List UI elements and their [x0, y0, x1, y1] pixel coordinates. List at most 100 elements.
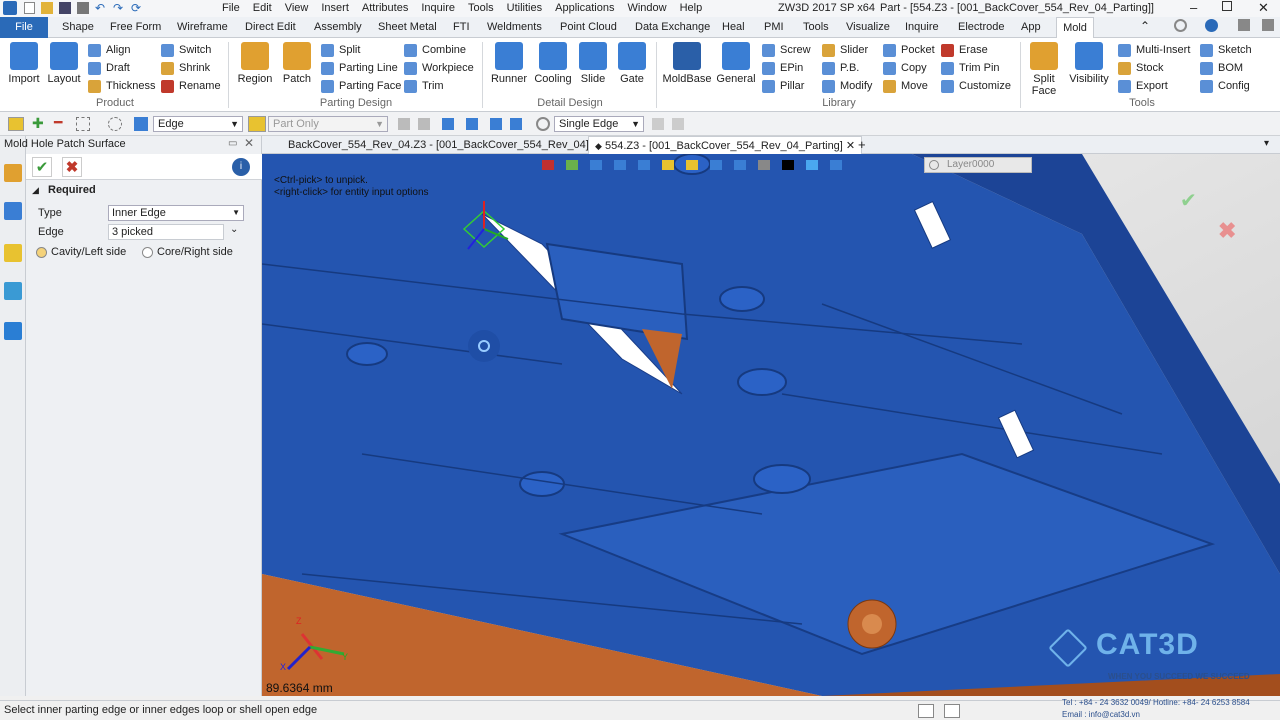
modify-button[interactable]: Modify [822, 79, 872, 93]
lasso-icon[interactable] [108, 117, 122, 131]
layer-select[interactable]: Layer0000 [924, 157, 1032, 173]
parting-line-button[interactable]: Parting Line [321, 61, 398, 75]
tab-inquire[interactable]: Inquire [905, 19, 939, 36]
edge-field[interactable]: 3 picked [108, 224, 224, 240]
trim-button[interactable]: Trim [404, 79, 444, 93]
menu-insert[interactable]: Insert [321, 0, 349, 17]
toolbar-icon[interactable] [510, 118, 522, 130]
menu-tools[interactable]: Tools [468, 0, 494, 17]
split-button[interactable]: Split [321, 43, 360, 57]
rename-button[interactable]: Rename [161, 79, 221, 93]
switch-button[interactable]: Switch [161, 43, 211, 57]
export-button[interactable]: Export [1118, 79, 1168, 93]
combine-button[interactable]: Combine [404, 43, 466, 57]
menu-help[interactable]: Help [680, 0, 703, 17]
view-tool-icon[interactable] [806, 160, 818, 170]
view-tool-icon[interactable] [830, 160, 842, 170]
part-select[interactable]: Part Only ▼ [268, 116, 388, 132]
thickness-button[interactable]: Thickness [88, 79, 156, 93]
view-tool-icon[interactable] [758, 160, 770, 170]
menu-edit[interactable]: Edit [253, 0, 272, 17]
move-button[interactable]: Move [883, 79, 928, 93]
tab-app[interactable]: App [1021, 19, 1041, 36]
refresh-icon[interactable]: ⟳ [131, 2, 143, 14]
box-select-icon[interactable] [76, 117, 90, 131]
cancel-x-button[interactable]: ✖ [62, 157, 82, 177]
runner-button[interactable]: Runner [490, 42, 528, 85]
moldbase-button[interactable]: MoldBase [662, 42, 712, 85]
new-icon[interactable] [24, 2, 35, 14]
view-tool-icon[interactable] [710, 160, 722, 170]
filter-icon[interactable] [134, 117, 148, 131]
add-icon[interactable]: ✚ [32, 116, 44, 130]
shrink-button[interactable]: Shrink [161, 61, 210, 75]
3d-viewport[interactable]: Layer0000 <Ctrl-pick> to unpick. <right-… [262, 154, 1280, 696]
toolbar-icon[interactable] [672, 118, 684, 130]
view-tool-icon[interactable] [566, 160, 578, 170]
caret-up-icon[interactable]: ⌃ [1140, 19, 1150, 33]
expand-double-chevron-icon[interactable]: ⌄ [230, 224, 238, 235]
reject-x-icon[interactable]: ✖ [1218, 218, 1236, 244]
tab-assembly[interactable]: Assembly [314, 19, 362, 36]
import-button[interactable]: Import [6, 42, 42, 85]
view-tool-icon[interactable] [542, 160, 554, 170]
ok-checkmark-button[interactable]: ✔ [32, 157, 52, 177]
gear-icon[interactable] [1174, 19, 1187, 32]
type-select[interactable]: Inner Edge ▼ [108, 205, 244, 221]
config-button[interactable]: Config [1200, 79, 1250, 93]
tab-fti[interactable]: FTI [453, 19, 470, 36]
toolbar-icon[interactable] [652, 118, 664, 130]
sketch-button[interactable]: Sketch [1200, 43, 1252, 57]
copy-button[interactable]: Copy [883, 61, 927, 75]
menu-inquire[interactable]: Inquire [421, 0, 455, 17]
history-manager-icon[interactable] [4, 164, 22, 182]
pocket-button[interactable]: Pocket [883, 43, 935, 57]
view-tool-icon[interactable] [734, 160, 746, 170]
tab-list-icon[interactable]: ▾ [1264, 138, 1269, 149]
tab-tools[interactable]: Tools [803, 19, 829, 36]
workpiece-button[interactable]: Workpiece [404, 61, 474, 75]
pin-icon[interactable]: ▭ [228, 138, 237, 149]
doc-tab-parting[interactable]: ◆ 554.Z3 - [001_BackCover_554_Rev_04_Par… [588, 136, 863, 154]
tab-point-cloud[interactable]: Point Cloud [560, 19, 617, 36]
tab-mold[interactable]: Mold [1056, 17, 1094, 38]
tab-wireframe[interactable]: Wireframe [177, 19, 228, 36]
close-tab-icon[interactable]: ✕ [846, 140, 855, 152]
user-manager-icon[interactable] [4, 322, 22, 340]
minimize-button[interactable]: – [1190, 0, 1197, 15]
draft-button[interactable]: Draft [88, 61, 130, 75]
save-icon[interactable] [59, 2, 71, 14]
region-button[interactable]: Region [236, 42, 274, 85]
tab-data-exchange[interactable]: Data Exchange [635, 19, 710, 36]
menu-applications[interactable]: Applications [555, 0, 614, 17]
info-icon[interactable]: i [232, 158, 250, 176]
trim-pin-button[interactable]: Trim Pin [941, 61, 1000, 75]
general-button[interactable]: General [716, 42, 756, 85]
visibility-button[interactable]: Visibility [1066, 42, 1112, 85]
undo-icon[interactable]: ↶ [95, 2, 107, 14]
redo-icon[interactable]: ↷ [113, 2, 125, 14]
view-manager-icon[interactable] [4, 282, 22, 300]
pick-icon[interactable] [8, 117, 24, 131]
tab-heal[interactable]: Heal [722, 19, 745, 36]
open-icon[interactable] [41, 2, 53, 14]
customize-button[interactable]: Customize [941, 79, 1011, 93]
view-tool-icon[interactable] [782, 160, 794, 170]
stock-button[interactable]: Stock [1118, 61, 1164, 75]
toolbar-icon[interactable] [442, 118, 454, 130]
doc-tab-backcover[interactable]: BackCover_554_Rev_04.Z3 - [001_BackCover… [282, 136, 607, 154]
erase-button[interactable]: Erase [941, 43, 988, 57]
status-icon[interactable] [918, 704, 934, 718]
align-button[interactable]: Align [88, 43, 130, 57]
cavity-radio[interactable]: Cavity/Left side [36, 246, 126, 258]
toolbar-icon[interactable] [490, 118, 502, 130]
toolbar-icon[interactable] [466, 118, 478, 130]
tab-sheet-metal[interactable]: Sheet Metal [378, 19, 437, 36]
epin-button[interactable]: EPin [762, 61, 803, 75]
tab-weldments[interactable]: Weldments [487, 19, 542, 36]
accept-checkmark-icon[interactable]: ✔ [1180, 188, 1197, 213]
layout-button[interactable]: Layout [46, 42, 82, 85]
tab-electrode[interactable]: Electrode [958, 19, 1004, 36]
tab-visualize[interactable]: Visualize [846, 19, 890, 36]
tab-free-form[interactable]: Free Form [110, 19, 161, 36]
